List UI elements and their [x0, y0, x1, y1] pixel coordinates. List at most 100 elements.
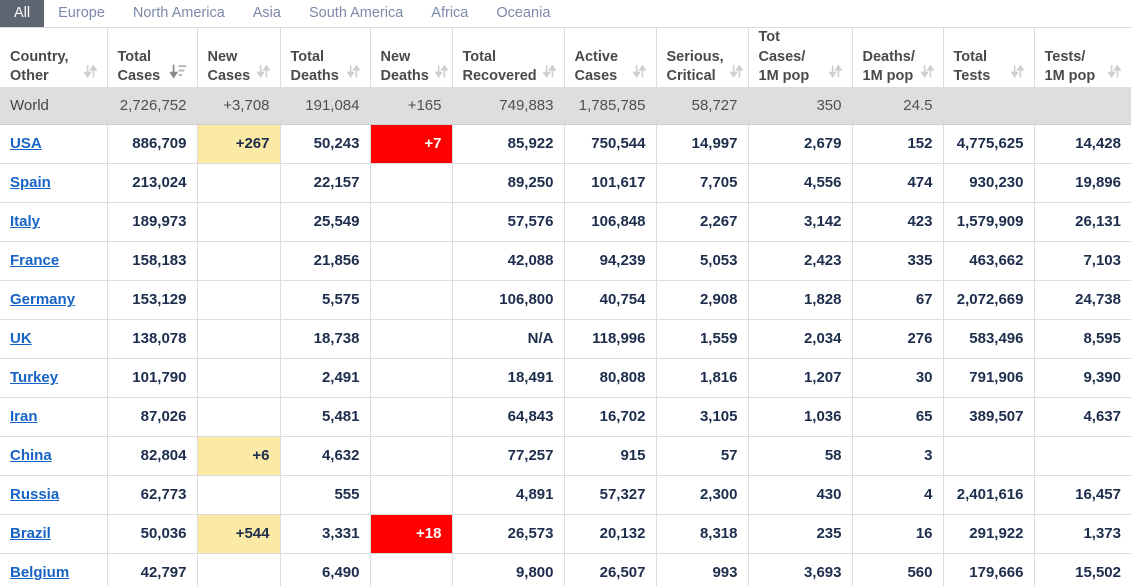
sort-both-icon[interactable]	[631, 64, 647, 86]
sort-both-icon[interactable]	[920, 64, 935, 86]
cell-new-cases	[197, 475, 281, 515]
country-link[interactable]: China	[10, 447, 52, 464]
column-header-total-recovered[interactable]: Total Recovered	[452, 28, 565, 88]
column-header-label: Active Cases	[574, 48, 619, 85]
cell-total-recovered: N/A	[452, 319, 565, 359]
column-header-label: Country, Other	[10, 48, 69, 85]
cell-tests-1m	[1034, 436, 1131, 476]
sort-both-icon[interactable]	[82, 64, 98, 86]
country-link[interactable]: Russia	[10, 486, 59, 503]
cell-tot-cases-1m: 2,423	[748, 241, 853, 281]
cell-country[interactable]: France	[0, 241, 108, 281]
cell-active-cases: 118,996	[564, 319, 657, 359]
cell-country[interactable]: Turkey	[0, 358, 108, 398]
tab-north-america[interactable]: North America	[119, 0, 239, 27]
tab-europe[interactable]: Europe	[44, 0, 119, 27]
cell-tests-1m: 4,637	[1034, 397, 1131, 437]
cell-total-recovered: 77,257	[452, 436, 565, 476]
cell-country[interactable]: China	[0, 436, 108, 476]
cell-country[interactable]: USA	[0, 124, 108, 164]
cell-total-recovered: 18,491	[452, 358, 565, 398]
column-header-new-deaths[interactable]: New Deaths	[370, 28, 453, 88]
column-header-total-cases[interactable]: Total Cases	[107, 28, 198, 88]
cell-tests-1m: 26,131	[1034, 202, 1131, 242]
cell-new-deaths	[370, 553, 453, 586]
cell-deaths-1m: 4	[852, 475, 944, 515]
cell-deaths-1m: 560	[852, 553, 944, 586]
column-header-tot-cases-1m-pop[interactable]: Tot Cases/ 1M pop	[748, 28, 853, 88]
cell-country[interactable]: UK	[0, 319, 108, 359]
table-body: World 2,726,752 +3,708 191,084 +165 749,883 1,…	[0, 87, 1131, 586]
sort-both-icon[interactable]	[729, 64, 744, 86]
column-header-active-cases[interactable]: Active Cases	[564, 28, 657, 88]
cell-deaths-1m: 276	[852, 319, 944, 359]
cell-country[interactable]: Brazil	[0, 514, 108, 554]
country-link[interactable]: France	[10, 252, 59, 269]
country-link[interactable]: Iran	[10, 408, 38, 425]
sort-both-icon[interactable]	[827, 64, 843, 86]
sort-both-icon[interactable]	[345, 64, 361, 86]
cell-total-deaths: 2,491	[280, 358, 371, 398]
cell-active-cases: 57,327	[564, 475, 657, 515]
column-header-country-other[interactable]: Country, Other	[0, 28, 108, 88]
sort-descending-icon[interactable]	[168, 64, 187, 86]
tab-oceania[interactable]: Oceania	[482, 0, 564, 27]
tab-all[interactable]: All	[0, 0, 45, 27]
cell-country[interactable]: Italy	[0, 202, 108, 242]
country-link[interactable]: Germany	[10, 291, 75, 308]
covid-stats-table: Country, Other Total Cases New Cases Total …	[0, 28, 1131, 586]
cell-total-tests	[943, 436, 1035, 476]
cell-tests-1m: 7,103	[1034, 241, 1131, 281]
cell-tot-cases-1m: 1,828	[748, 280, 853, 320]
cell-tot-cases-1m: 58	[748, 436, 853, 476]
country-link[interactable]: Turkey	[10, 369, 58, 386]
sort-both-icon[interactable]	[1009, 64, 1025, 86]
cell-new-cases: +6	[197, 436, 281, 476]
cell-country: World	[0, 87, 108, 125]
cell-tot-cases-1m: 4,556	[748, 163, 853, 203]
cell-new-cases: +544	[197, 514, 281, 554]
column-header-deaths-1m-pop[interactable]: Deaths/ 1M pop	[852, 28, 944, 88]
sort-both-icon[interactable]	[255, 64, 271, 86]
country-link[interactable]: Belgium	[10, 564, 69, 581]
column-header-new-cases[interactable]: New Cases	[197, 28, 281, 88]
country-link[interactable]: USA	[10, 135, 42, 152]
cell-country[interactable]: Belgium	[0, 553, 108, 586]
cell-active-cases: 40,754	[564, 280, 657, 320]
sort-both-icon[interactable]	[542, 64, 557, 86]
cell-total-cases: 153,129	[107, 280, 198, 320]
cell-total-cases: 62,773	[107, 475, 198, 515]
cell-deaths-1m: 30	[852, 358, 944, 398]
cell-total-recovered: 106,800	[452, 280, 565, 320]
cell-total-tests: 583,496	[943, 319, 1035, 359]
tab-south-america[interactable]: South America	[295, 0, 417, 27]
tab-africa[interactable]: Africa	[417, 0, 482, 27]
cell-total-deaths: 5,575	[280, 280, 371, 320]
tab-asia[interactable]: Asia	[239, 0, 295, 27]
country-link[interactable]: Brazil	[10, 525, 51, 542]
cell-country[interactable]: Iran	[0, 397, 108, 437]
cell-total-cases: 886,709	[107, 124, 198, 164]
sort-both-icon[interactable]	[434, 64, 449, 86]
country-link[interactable]: Italy	[10, 213, 40, 230]
column-header-total-deaths[interactable]: Total Deaths	[280, 28, 371, 88]
column-header-tests-1m-pop[interactable]: Tests/ 1M pop	[1034, 28, 1131, 88]
cell-active-cases: 80,808	[564, 358, 657, 398]
cell-new-deaths	[370, 436, 453, 476]
table-row: USA 886,709 +267 50,243 +7 85,922 750,544 14,99…	[0, 124, 1131, 164]
table-row: Turkey 101,790 2,491 18,491 80,808 1,816 1,207…	[0, 358, 1131, 398]
cell-country[interactable]: Russia	[0, 475, 108, 515]
sort-both-icon[interactable]	[1107, 64, 1122, 86]
cell-total-recovered: 64,843	[452, 397, 565, 437]
cell-country[interactable]: Germany	[0, 280, 108, 320]
column-header-serious-critical[interactable]: Serious, Critical	[656, 28, 749, 88]
cell-new-cases	[197, 553, 281, 586]
cell-total-deaths: 21,856	[280, 241, 371, 281]
cell-total-cases: 2,726,752	[107, 87, 198, 125]
cell-total-recovered: 57,576	[452, 202, 565, 242]
country-link[interactable]: Spain	[10, 174, 51, 191]
country-link[interactable]: UK	[10, 330, 32, 347]
column-header-total-tests[interactable]: Total Tests	[943, 28, 1035, 88]
cell-active-cases: 750,544	[564, 124, 657, 164]
cell-country[interactable]: Spain	[0, 163, 108, 203]
